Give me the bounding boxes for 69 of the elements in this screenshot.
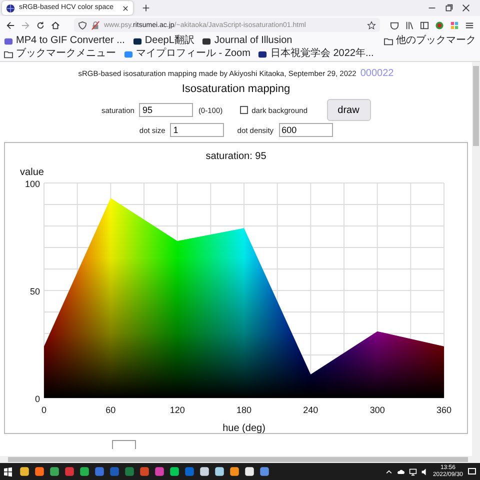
- folder-icon: [384, 36, 393, 46]
- y-tick-label: 100: [24, 179, 40, 189]
- scrollbar-thumb[interactable]: [473, 66, 479, 146]
- x-tick-label: 0: [42, 405, 46, 415]
- speaker-icon[interactable]: [420, 468, 429, 476]
- globe-icon: [6, 4, 15, 12]
- extension-icon[interactable]: [435, 20, 444, 30]
- partial-field: [112, 440, 136, 449]
- app-icon[interactable]: [79, 466, 90, 477]
- lock-icon: [91, 20, 100, 30]
- windows-logo-icon[interactable]: [3, 466, 13, 476]
- app-icon[interactable]: [229, 466, 240, 477]
- reload-icon[interactable]: [36, 20, 45, 30]
- extension-icon[interactable]: [450, 20, 459, 30]
- app-icon[interactable]: [244, 466, 255, 477]
- page-title: Isosaturation mapping: [182, 83, 290, 95]
- bookmark-item[interactable]: DeepL翻訳: [132, 35, 194, 47]
- bookmark-item[interactable]: MP4 to GIF Converter ...: [4, 35, 125, 47]
- back-icon[interactable]: [6, 20, 15, 30]
- star-icon[interactable]: [367, 20, 376, 30]
- bookmark-item[interactable]: Journal of Illusion: [202, 35, 292, 47]
- plus-icon[interactable]: [142, 4, 150, 12]
- horizontal-scrollbar[interactable]: [0, 456, 480, 463]
- x-axis-label: hue (deg): [222, 423, 266, 433]
- scrollbar-thumb[interactable]: [8, 457, 468, 462]
- bookmark-item[interactable]: 他のブックマーク: [384, 35, 476, 47]
- shield-icon: [78, 20, 87, 30]
- app-icon[interactable]: [169, 466, 180, 477]
- cloud-icon[interactable]: [396, 468, 405, 476]
- monitor-icon[interactable]: [408, 468, 417, 476]
- draw-button[interactable]: draw: [326, 99, 370, 121]
- menu-icon[interactable]: [465, 20, 474, 30]
- bookmark-favicon-icon: [258, 50, 268, 58]
- x-tick-label: 240: [303, 405, 318, 415]
- close-icon[interactable]: [122, 4, 129, 12]
- x-tick-label: 180: [236, 405, 252, 415]
- vertical-scrollbar[interactable]: [472, 62, 480, 456]
- bookmark-item[interactable]: 日本視覚学会 2022年...: [258, 48, 374, 60]
- counter-text: 000022: [360, 68, 394, 79]
- app-icon[interactable]: [214, 466, 225, 477]
- dot-density-field[interactable]: 600: [278, 123, 333, 137]
- app-icon[interactable]: [34, 466, 45, 477]
- bookmark-item[interactable]: ブックマークメニュー: [4, 48, 116, 60]
- close-icon[interactable]: [462, 4, 470, 12]
- y-tick-label: 0: [34, 394, 40, 404]
- notification-icon[interactable]: [467, 466, 477, 476]
- saturation-field[interactable]: 95: [139, 103, 194, 117]
- pocket-icon[interactable]: [390, 20, 399, 30]
- sidebar-icon[interactable]: [420, 20, 429, 30]
- app-icon[interactable]: [49, 466, 60, 477]
- bookmark-favicon-icon: [4, 36, 13, 46]
- library-icon[interactable]: [405, 20, 414, 30]
- folder-icon: [4, 50, 13, 58]
- bookmark-item[interactable]: マイプロフィール - Zoom: [124, 48, 250, 60]
- dot-size-field[interactable]: 1: [170, 123, 224, 137]
- bookmark-favicon-icon: [202, 36, 212, 46]
- x-tick-label: 300: [370, 405, 385, 415]
- app-icon[interactable]: [19, 466, 30, 477]
- chevron-up-icon[interactable]: [384, 468, 393, 476]
- x-tick-label: 360: [436, 405, 452, 415]
- y-tick-label: 50: [30, 286, 40, 296]
- dark-background-checkbox[interactable]: [240, 106, 248, 114]
- y-axis-label: value: [20, 167, 44, 178]
- app-icon[interactable]: [199, 466, 210, 477]
- restore-icon[interactable]: [445, 4, 453, 12]
- chart-title: saturation: 95: [206, 151, 266, 162]
- home-icon[interactable]: [51, 20, 60, 30]
- x-tick-label: 120: [170, 405, 185, 415]
- x-tick-label: 60: [106, 405, 116, 415]
